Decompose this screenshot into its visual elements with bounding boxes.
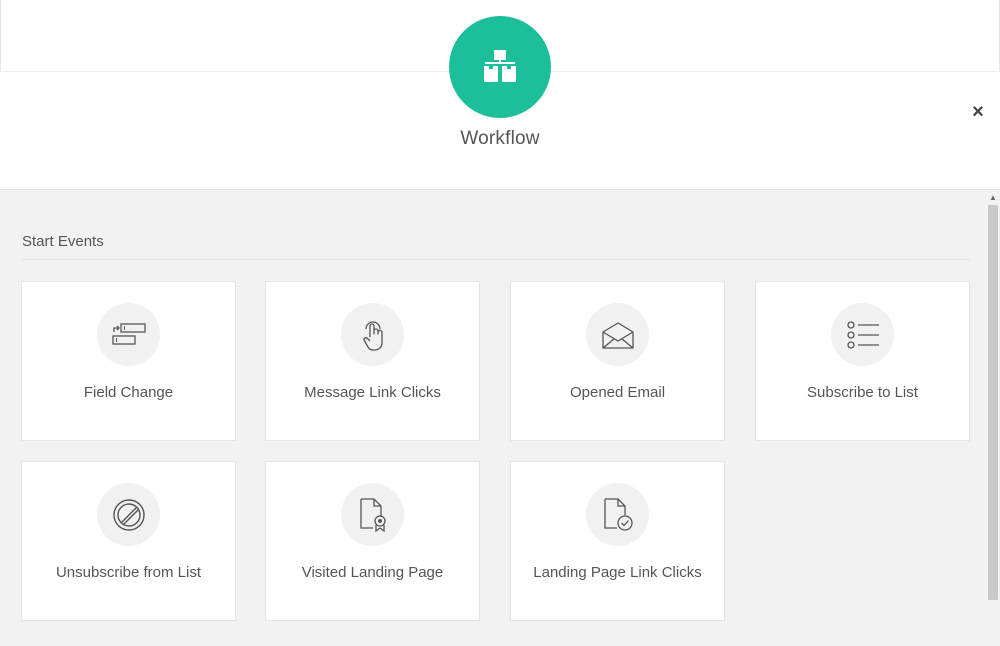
scrollbar-thumb[interactable] bbox=[988, 205, 998, 600]
scroll-up-arrow-icon[interactable]: ▲ bbox=[986, 192, 1000, 204]
card-label: Opened Email bbox=[569, 384, 666, 401]
card-label: Field Change bbox=[83, 384, 174, 401]
open-envelope-icon bbox=[601, 321, 634, 349]
workflow-boxes-icon bbox=[484, 50, 516, 82]
card-label: Subscribe to List bbox=[807, 384, 918, 401]
close-button[interactable]: × bbox=[966, 101, 990, 123]
pointer-click-icon bbox=[362, 320, 383, 351]
card-label: Visited Landing Page bbox=[301, 564, 444, 581]
workflow-logo bbox=[449, 16, 551, 118]
card-label: Message Link Clicks bbox=[304, 384, 441, 401]
field-change-icon bbox=[111, 322, 146, 345]
card-message-link-clicks[interactable]: Message Link Clicks bbox=[265, 281, 480, 441]
card-label: Unsubscribe from List bbox=[55, 564, 202, 581]
card-label: Landing Page Link Clicks bbox=[533, 564, 702, 581]
unsubscribe-icon bbox=[112, 498, 145, 531]
card-icon-circle bbox=[831, 303, 894, 366]
card-opened-email[interactable]: Opened Email bbox=[510, 281, 725, 441]
card-icon-circle bbox=[97, 303, 160, 366]
card-icon-circle bbox=[341, 483, 404, 546]
card-icon-circle bbox=[586, 303, 649, 366]
modal-header: Workflow × bbox=[0, 0, 1000, 189]
card-subscribe-to-list[interactable]: Subscribe to List bbox=[755, 281, 970, 441]
card-visited-landing-page[interactable]: Visited Landing Page bbox=[265, 461, 480, 621]
card-landing-page-link-clicks[interactable]: Landing Page Link Clicks bbox=[510, 461, 725, 621]
section-divider bbox=[22, 259, 970, 260]
card-icon-circle bbox=[97, 483, 160, 546]
card-field-change[interactable]: Field Change bbox=[21, 281, 236, 441]
card-unsubscribe-from-list[interactable]: Unsubscribe from List bbox=[21, 461, 236, 621]
landing-page-check-icon bbox=[603, 497, 633, 531]
landing-page-badge-icon bbox=[359, 497, 386, 532]
list-icon bbox=[846, 320, 879, 349]
card-icon-circle bbox=[586, 483, 649, 546]
page-title: Workflow bbox=[460, 128, 540, 149]
section-title: Start Events bbox=[22, 233, 104, 250]
start-events-panel: Start Events Field Change Message Link C… bbox=[0, 189, 1000, 646]
card-icon-circle bbox=[341, 303, 404, 366]
